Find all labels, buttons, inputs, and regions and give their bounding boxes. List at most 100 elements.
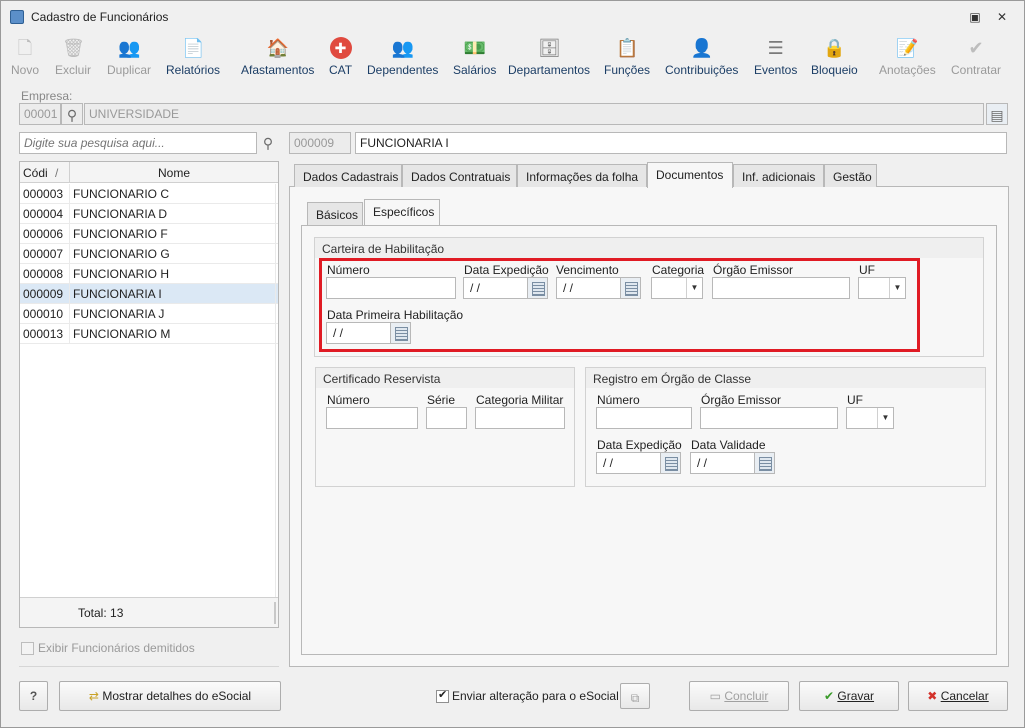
house-icon: 🏠 — [266, 38, 290, 58]
esocial-send-icon: ⧉ — [620, 683, 650, 709]
highlight-box — [319, 258, 920, 352]
row-name: FUNCIONARIA I — [73, 287, 162, 301]
people-group-icon: 👤 — [690, 38, 714, 58]
orgao-emissor-input[interactable] — [700, 407, 838, 429]
table-row[interactable]: 000013 FUNCIONARIO M — [20, 324, 278, 344]
toolbar-bloqueio-button[interactable]: 🔒 Bloqueio — [811, 35, 858, 81]
orgao-uf-select[interactable]: ▼ — [846, 407, 894, 429]
toolbar-relatorios-button[interactable]: 📄 Relatórios — [166, 35, 220, 81]
toolbar-contribuicoes-button[interactable]: 👤 Contribuições — [665, 35, 738, 81]
table-row[interactable]: 000007 FUNCIONARIO G — [20, 244, 278, 264]
orgao-numero-input[interactable] — [596, 407, 692, 429]
row-name: FUNCIONARIO C — [73, 187, 169, 201]
chevron-down-icon[interactable]: ▼ — [877, 408, 893, 428]
toolbar-cat-button[interactable]: ✚ CAT — [329, 35, 352, 81]
employee-list: Códi / Nome 000003 FUNCIONARIO C 000004 FUN… — [19, 161, 279, 628]
row-name: FUNCIONARIA J — [73, 307, 165, 321]
row-code: 000006 — [20, 224, 70, 243]
toolbar-dependentes-button[interactable]: 👥 Dependentes — [367, 35, 438, 81]
row-code: 000003 — [20, 184, 70, 203]
orgao-emissor-label: Órgão Emissor — [701, 393, 782, 407]
report-icon: 📄 — [182, 38, 205, 58]
toolbar-departamentos-button[interactable]: 🗄 Departamentos — [508, 35, 590, 81]
toolbar-funcoes-button[interactable]: 📋 Funções — [604, 35, 650, 81]
table-row[interactable]: 000006 FUNCIONARIO F — [20, 224, 278, 244]
lock-icon: 🔒 — [823, 38, 846, 58]
help-button[interactable]: ? — [19, 681, 48, 711]
row-code: 000007 — [20, 244, 70, 263]
toolbar-duplicar-button[interactable]: 👥 Duplicar — [107, 35, 151, 81]
tab-3[interactable]: Documentos — [647, 162, 733, 188]
list-header: Códi / Nome — [20, 162, 278, 183]
reservista-categoria-input[interactable] — [475, 407, 565, 429]
orgao-classe-group-title: Registro em Órgão de Classe — [586, 368, 985, 388]
tab-2[interactable]: Informações da folha — [517, 164, 647, 187]
reservista-numero-input[interactable] — [326, 407, 418, 429]
toolbar-salarios-button[interactable]: 💵 Salários — [453, 35, 496, 81]
orgao-data-validade-label: Data Validade — [691, 438, 766, 452]
cnh-group-title: Carteira de Habilitação — [315, 238, 983, 258]
row-name: FUNCIONARIA D — [73, 207, 168, 221]
employee-code-field: 000009 — [289, 132, 351, 154]
empresa-code-field: 00001 — [19, 103, 61, 125]
calendar-icon[interactable] — [754, 452, 775, 474]
search-input[interactable] — [19, 132, 257, 154]
app-icon — [10, 10, 24, 24]
close-button[interactable]: ✕ — [994, 9, 1010, 25]
restore-button[interactable]: ▣ — [967, 9, 983, 25]
tab-4[interactable]: Inf. adicionais — [733, 164, 824, 187]
total-count: Total: 13 — [78, 606, 124, 620]
toolbar-label: Novo — [11, 63, 40, 77]
row-name: FUNCIONARIO H — [73, 267, 169, 281]
search-icon[interactable]: ⚲ — [257, 132, 279, 154]
calendar-icon[interactable] — [660, 452, 681, 474]
hire-icon: ✔ — [968, 38, 984, 58]
send-esocial-checkbox[interactable] — [436, 688, 449, 703]
tab-1[interactable]: Dados Contratuais — [402, 164, 517, 187]
orgao-data-expedicao-field[interactable]: / / — [596, 452, 682, 474]
tab-5[interactable]: Gestão — [824, 164, 877, 187]
gravar-button[interactable]: ✔ Gravar — [799, 681, 899, 711]
checkmark-icon: ✔ — [823, 689, 835, 703]
toolbar-label: Relatórios — [166, 63, 221, 77]
cancel-x-icon: ✖ — [927, 689, 938, 703]
reservista-serie-input[interactable] — [426, 407, 467, 429]
empresa-name-field: UNIVERSIDADE — [84, 103, 984, 125]
table-row[interactable]: 000009 FUNCIONARIA I — [20, 284, 278, 304]
row-code: 000004 — [20, 204, 70, 223]
toolbar-label: Excluir — [55, 63, 92, 77]
toolbar-label: Dependentes — [367, 63, 439, 77]
list-icon: ☰ — [767, 38, 784, 58]
column-header-name[interactable]: Nome — [70, 162, 278, 183]
subtab-0[interactable]: Básicos — [307, 202, 363, 225]
row-name: FUNCIONARIO G — [73, 247, 170, 261]
table-row[interactable]: 000003 FUNCIONARIO C — [20, 184, 278, 204]
toolbar-anotacoes-button[interactable]: 📝 Anotações — [879, 35, 936, 81]
show-dismissed-checkbox[interactable] — [21, 642, 34, 655]
subtab-1[interactable]: Específicos — [364, 199, 440, 225]
reservista-serie-label: Série — [427, 393, 456, 407]
cancelar-button[interactable]: ✖ Cancelar — [908, 681, 1008, 711]
toolbar-label: Anotações — [879, 63, 936, 77]
toolbar-contratar-button[interactable]: ✔ Contratar — [951, 35, 1001, 81]
empresa-label: Empresa: — [21, 89, 73, 103]
table-row[interactable]: 000008 FUNCIONARIO H — [20, 264, 278, 284]
printer-icon: ▭ — [709, 689, 721, 703]
table-row[interactable]: 000004 FUNCIONARIA D — [20, 204, 278, 224]
column-header-code[interactable]: Códi / — [20, 162, 70, 183]
table-row[interactable]: 000010 FUNCIONARIA J — [20, 304, 278, 324]
calendar-grid-icon[interactable]: ▤ — [986, 103, 1008, 125]
toolbar-novo-button[interactable]: 🗋 Novo — [11, 35, 39, 81]
toolbar-label: Afastamentos — [241, 63, 315, 77]
tab-0[interactable]: Dados Cadastrais — [294, 164, 402, 187]
toolbar-eventos-button[interactable]: ☰ Eventos — [754, 35, 797, 81]
toolbar-label: Salários — [453, 63, 497, 77]
toolbar-label: CAT — [329, 63, 353, 77]
show-esocial-details-button[interactable]: ⇄ Mostrar detalhes do eSocial — [59, 681, 281, 711]
row-code: 000009 — [20, 284, 70, 303]
toolbar-excluir-button[interactable]: 🗑 Excluir — [55, 35, 91, 81]
employee-name-field[interactable]: FUNCIONARIA I — [355, 132, 1007, 154]
orgao-data-validade-field[interactable]: / / — [690, 452, 776, 474]
toolbar-label: Eventos — [754, 63, 798, 77]
toolbar-afastamentos-button[interactable]: 🏠 Afastamentos — [241, 35, 314, 81]
